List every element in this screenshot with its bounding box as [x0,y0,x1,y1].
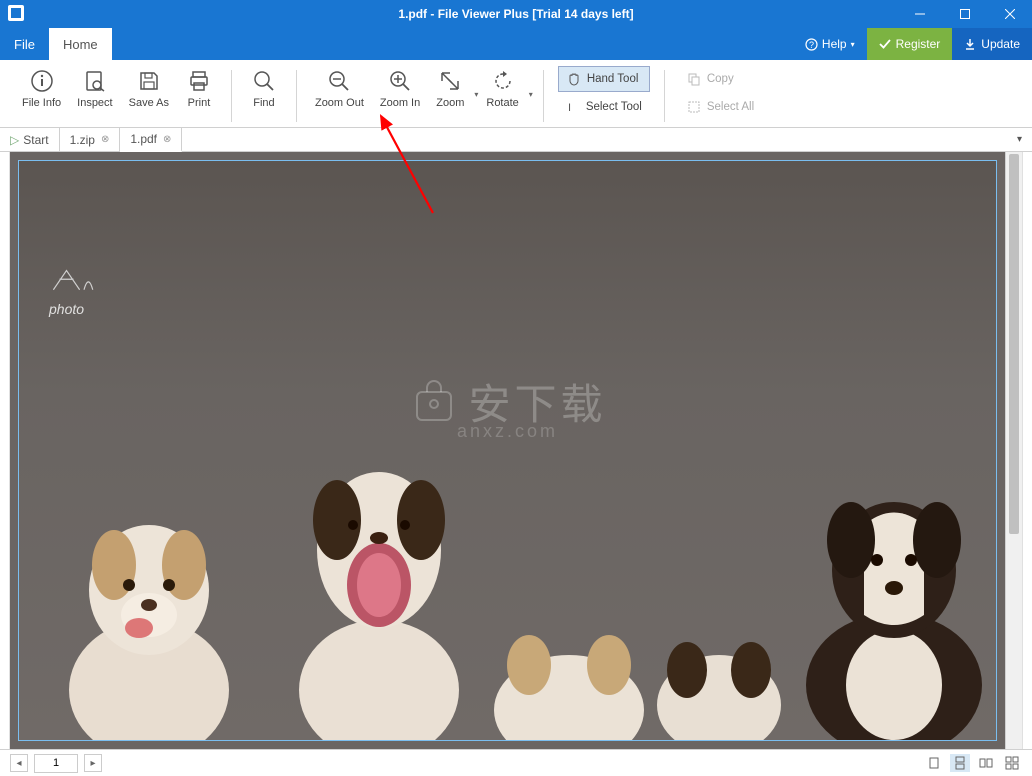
puppy-image-3 [479,610,659,740]
print-icon [186,68,212,94]
view-mode-continuous[interactable] [950,754,970,772]
file-tab-zip[interactable]: 1.zip ⊗ [60,128,121,151]
file-tab-pdf[interactable]: 1.pdf ⊗ [120,128,182,152]
tabbar: ▷ Start 1.zip ⊗ 1.pdf ⊗ ▾ [0,128,1032,152]
minimize-button[interactable] [897,0,942,28]
register-button[interactable]: Register [867,28,953,60]
vertical-scrollbar[interactable] [1005,152,1022,749]
tab-overflow-button[interactable]: ▾ [1007,128,1032,151]
content-area: photo 安下载 anxz.com [0,152,1032,749]
titlebar: 1.pdf - File Viewer Plus [Trial 14 days … [0,0,1032,28]
photo-signature: photo [49,261,119,319]
app-icon [8,5,24,21]
copy-button: Copy [679,66,762,92]
update-button[interactable]: Update [952,28,1032,60]
rotate-icon [490,68,516,94]
svg-text:I: I [568,102,571,114]
inspect-button[interactable]: Inspect [69,66,120,111]
find-button[interactable]: Find [242,66,286,111]
svg-text:?: ? [809,40,814,50]
rotate-button[interactable]: Rotate [478,66,526,111]
play-icon: ▷ [10,133,19,147]
chevron-down-icon: ▾ [851,40,855,49]
update-icon [964,38,976,50]
window-title: 1.pdf - File Viewer Plus [Trial 14 days … [0,7,1032,21]
select-all-button: Select All [679,94,762,120]
window-controls [897,0,1032,28]
zoom-icon [437,68,463,94]
right-panel-edge[interactable] [1022,152,1032,749]
save-as-button[interactable]: Save As [121,66,177,111]
page-next-button[interactable]: ▸ [84,754,102,772]
start-button[interactable]: ▷ Start [0,128,60,151]
view-mode-facing[interactable] [976,754,996,772]
help-icon: ? [805,38,818,51]
ribbon: File Info Inspect Save As Print Find Zoo… [0,60,1032,128]
page-prev-button[interactable]: ◂ [10,754,28,772]
chevron-down-icon[interactable]: ▾ [529,78,533,99]
tab-home[interactable]: Home [49,28,112,60]
hand-icon [567,72,581,86]
zoom-out-icon [326,68,352,94]
pdf-page: photo 安下载 anxz.com [18,160,997,741]
puppy-image-1 [49,480,249,740]
cursor-icon: I [566,100,580,114]
puppy-image-2 [279,430,479,740]
zoom-button[interactable]: Zoom [428,66,472,111]
select-all-icon [687,100,701,114]
help-button[interactable]: ? Help ▾ [793,28,867,60]
maximize-button[interactable] [942,0,987,28]
zoom-in-button[interactable]: Zoom In [372,66,428,111]
save-icon [136,68,162,94]
copy-icon [687,72,701,86]
close-button[interactable] [987,0,1032,28]
inspect-icon [82,68,108,94]
info-icon [29,68,55,94]
check-icon [879,38,891,50]
file-info-button[interactable]: File Info [14,66,69,111]
select-tool-button[interactable]: I Select Tool [558,94,650,120]
zoom-out-button[interactable]: Zoom Out [307,66,372,111]
close-tab-icon[interactable]: ⊗ [163,134,171,145]
pdf-page-content: photo 安下载 anxz.com [19,161,996,740]
pdf-viewer[interactable]: photo 安下载 anxz.com [10,152,1005,749]
view-mode-single[interactable] [924,754,944,772]
puppy-image-5 [789,460,997,740]
menubar: File Home ? Help ▾ Register Update [0,28,1032,60]
view-mode-facing-continuous[interactable] [1002,754,1022,772]
puppy-image-4 [649,600,789,740]
close-tab-icon[interactable]: ⊗ [101,134,109,145]
page-number-input[interactable] [34,754,78,773]
search-icon [251,68,277,94]
statusbar: ◂ ▸ [0,749,1032,776]
hand-tool-button[interactable]: Hand Tool [558,66,650,92]
print-button[interactable]: Print [177,66,221,111]
left-panel-edge[interactable] [0,152,10,749]
tab-file[interactable]: File [0,28,49,60]
zoom-in-icon [387,68,413,94]
